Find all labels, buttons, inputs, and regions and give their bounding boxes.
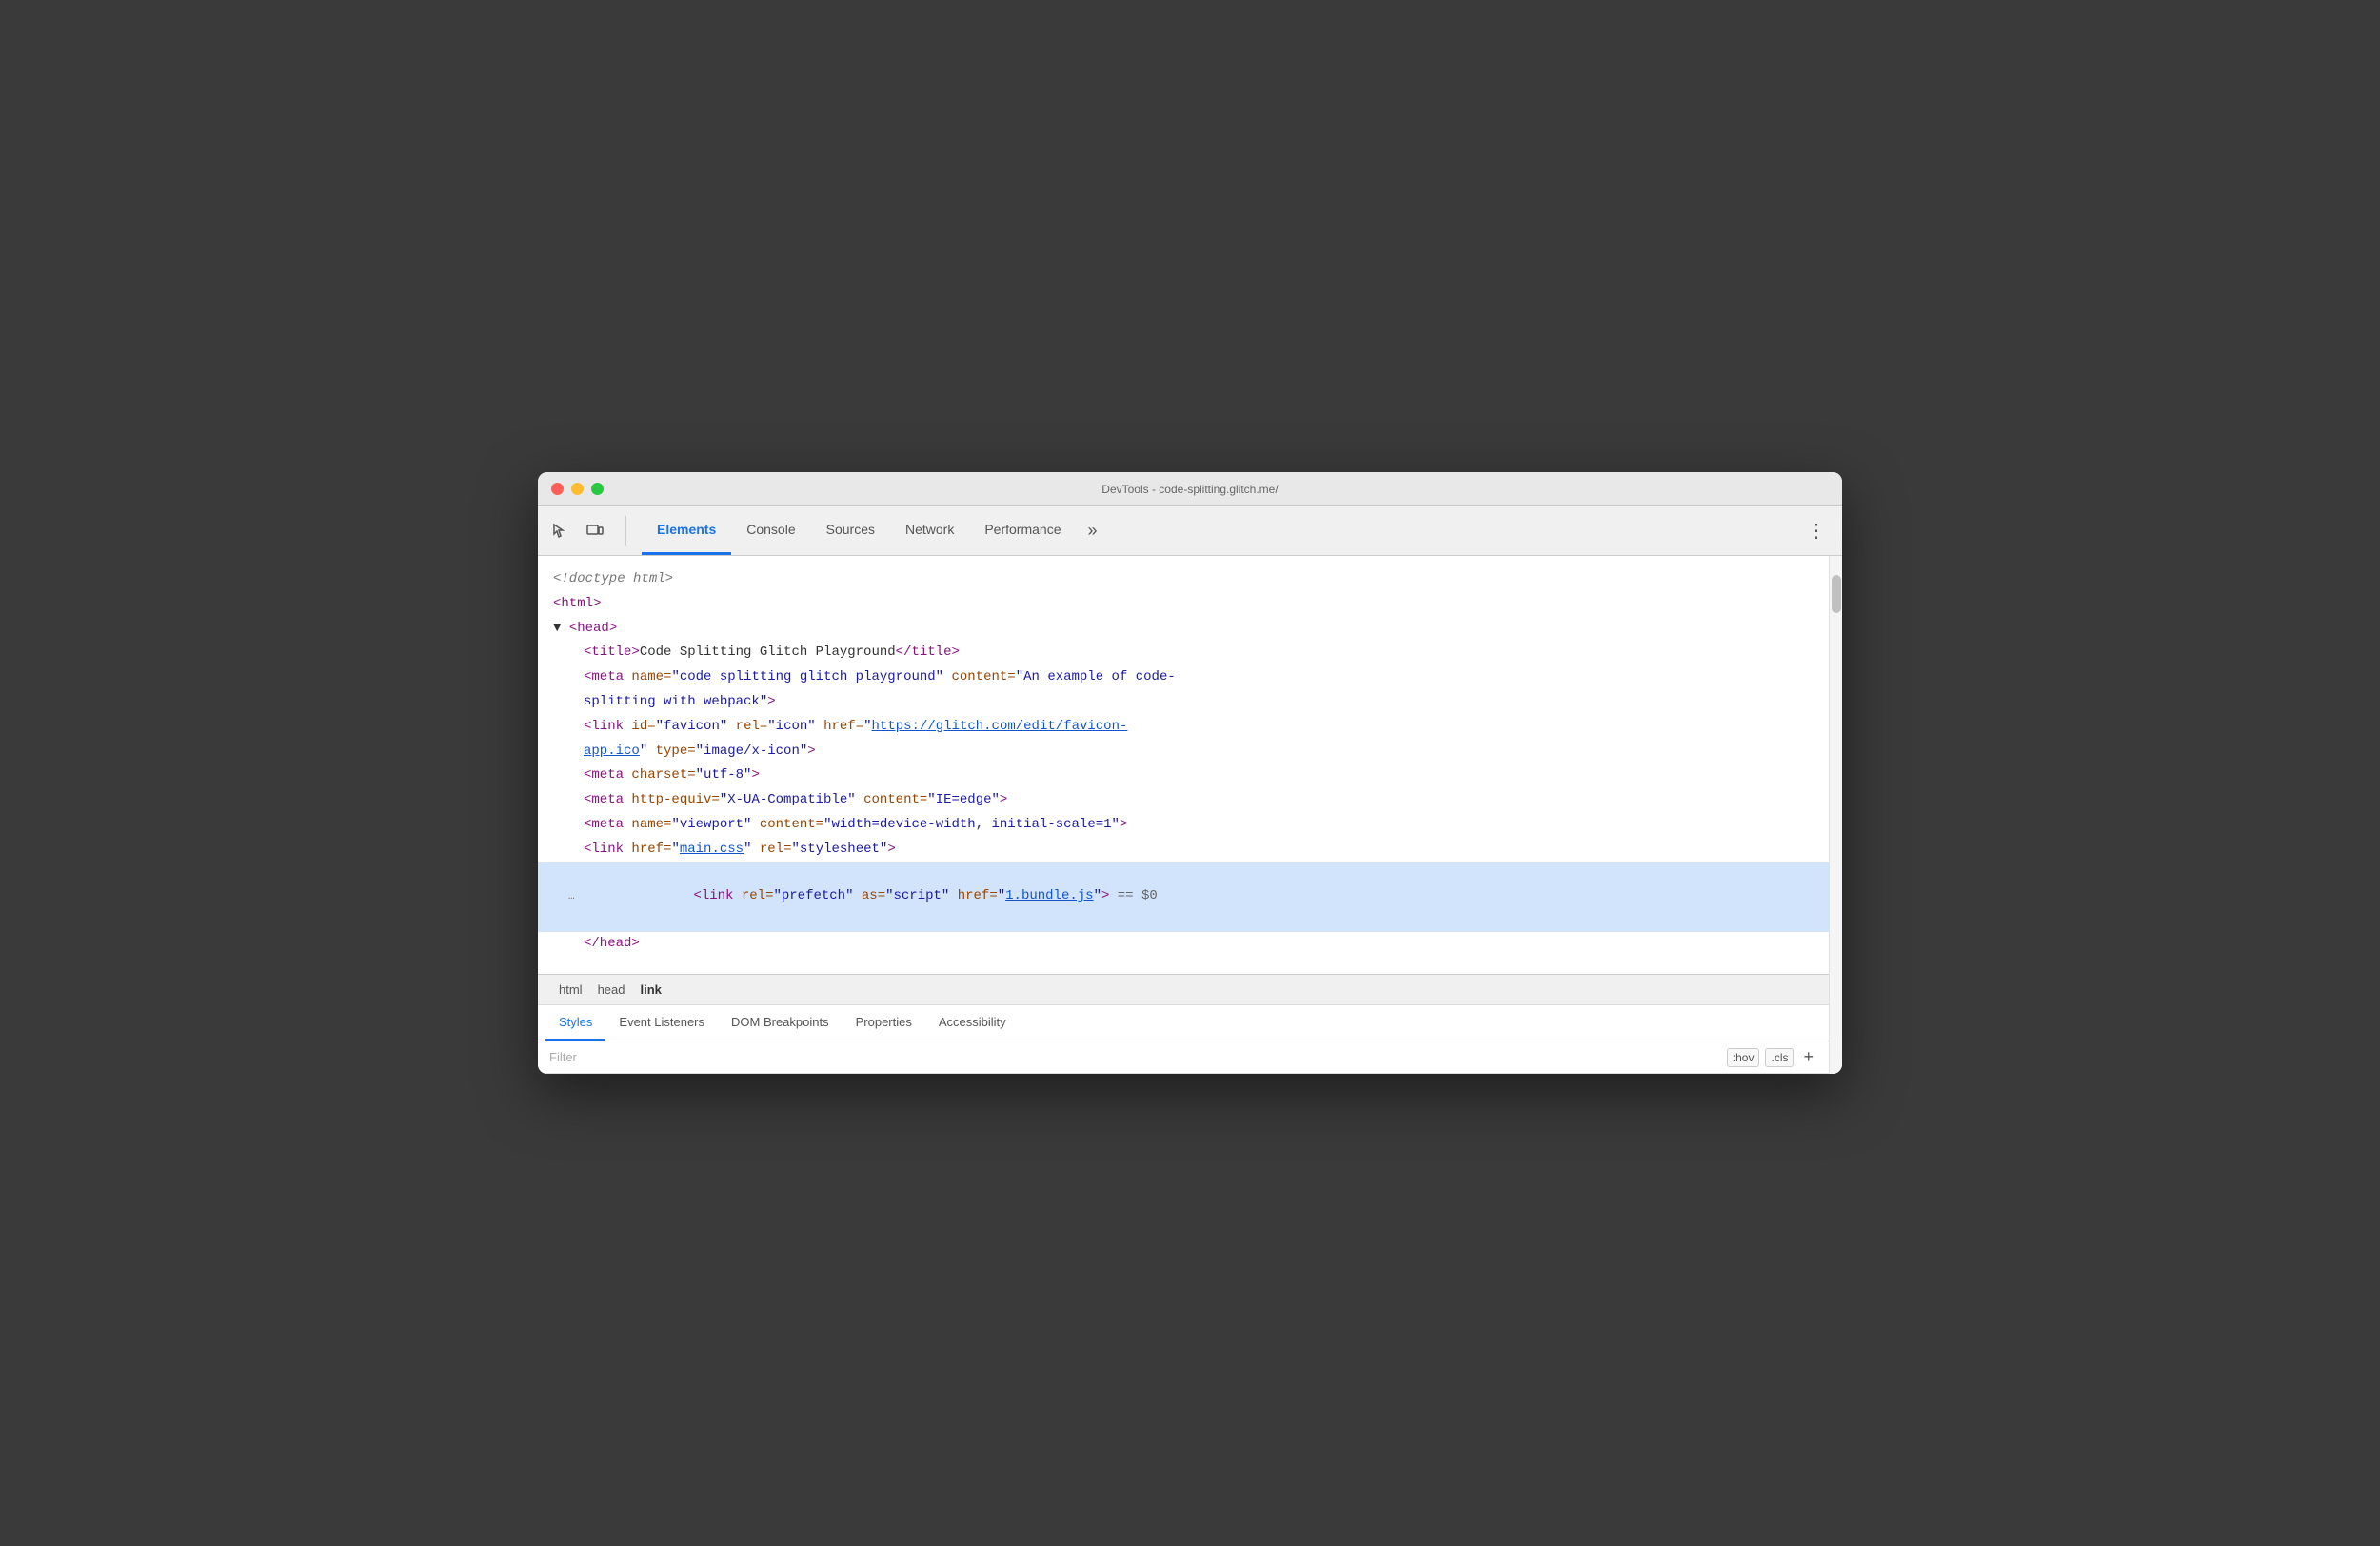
line-link-favicon-2: app.ico" type="image/x-icon"> (538, 740, 1829, 764)
tab-console[interactable]: Console (731, 506, 810, 555)
maximize-button[interactable] (591, 483, 604, 495)
title-bar: DevTools - code-splitting.glitch.me/ (538, 472, 1842, 506)
tab-properties[interactable]: Properties (843, 1005, 925, 1041)
line-link-prefetch[interactable]: … <link rel="prefetch" as="script" href=… (538, 862, 1829, 932)
line-head-close: </head> (538, 932, 1829, 957)
line-link-favicon-1: <link id="favicon" rel="icon" href="http… (538, 715, 1829, 740)
minimize-button[interactable] (571, 483, 584, 495)
tab-network[interactable]: Network (890, 506, 969, 555)
line-meta-charset: <meta charset="utf-8"> (538, 763, 1829, 788)
tab-performance[interactable]: Performance (969, 506, 1076, 555)
window-title: DevTools - code-splitting.glitch.me/ (1101, 483, 1278, 496)
breadcrumb-bar: html head link (538, 975, 1829, 1005)
breadcrumb-link[interactable]: link (634, 981, 666, 999)
line-meta-name-1: <meta name="code splitting glitch playgr… (538, 665, 1829, 690)
devtools-window: DevTools - code-splitting.glitch.me/ Ele… (538, 472, 1842, 1074)
line-doctype: <!doctype html> (538, 567, 1829, 592)
scrollbar[interactable] (1829, 556, 1842, 1074)
filter-input[interactable] (549, 1050, 1719, 1064)
more-tabs-button[interactable]: » (1077, 506, 1109, 555)
expand-ellipsis: … (568, 888, 575, 906)
elements-panel: <!doctype html> <html> ▼ <head> <title>C… (538, 556, 1829, 1074)
scrollbar-thumb[interactable] (1832, 575, 1841, 613)
inspect-icon[interactable] (545, 516, 576, 546)
tab-event-listeners[interactable]: Event Listeners (605, 1005, 718, 1041)
line-link-css: <link href="main.css" rel="stylesheet"> (538, 838, 1829, 862)
styles-panel: Styles Event Listeners DOM Breakpoints P… (538, 1005, 1829, 1074)
tab-sources[interactable]: Sources (811, 506, 890, 555)
tab-elements[interactable]: Elements (642, 506, 731, 555)
toolbar-right: ⋮ (1799, 519, 1835, 543)
tab-dom-breakpoints[interactable]: DOM Breakpoints (718, 1005, 843, 1041)
main-content: <!doctype html> <html> ▼ <head> <title>C… (538, 556, 1842, 1074)
tab-styles[interactable]: Styles (545, 1005, 605, 1041)
close-button[interactable] (551, 483, 564, 495)
more-options-button[interactable]: ⋮ (1799, 519, 1835, 543)
window-controls (551, 483, 604, 495)
line-head-open: ▼ <head> (538, 617, 1829, 642)
add-style-button[interactable]: + (1799, 1047, 1817, 1067)
cls-button[interactable]: .cls (1765, 1048, 1794, 1067)
hov-button[interactable]: :hov (1727, 1048, 1760, 1067)
breadcrumb-html[interactable]: html (553, 981, 588, 999)
styles-filter-bar: :hov .cls + (538, 1041, 1829, 1074)
line-meta-compat: <meta http-equiv="X-UA-Compatible" conte… (538, 788, 1829, 813)
toolbar-icon-group (545, 516, 626, 546)
device-toolbar-icon[interactable] (580, 516, 610, 546)
line-meta-viewport: <meta name="viewport" content="width=dev… (538, 813, 1829, 838)
line-title: <title>Code Splitting Glitch Playground<… (538, 641, 1829, 665)
main-tabs: Elements Console Sources Network Perform… (642, 506, 1799, 555)
devtools-toolbar: Elements Console Sources Network Perform… (538, 506, 1842, 556)
dom-tree[interactable]: <!doctype html> <html> ▼ <head> <title>C… (538, 556, 1829, 975)
line-meta-name-2: splitting with webpack"> (538, 690, 1829, 715)
styles-tabs: Styles Event Listeners DOM Breakpoints P… (538, 1005, 1829, 1041)
breadcrumb-head[interactable]: head (592, 981, 631, 999)
filter-actions: :hov .cls + (1727, 1047, 1817, 1067)
tab-accessibility[interactable]: Accessibility (925, 1005, 1020, 1041)
line-html: <html> (538, 592, 1829, 617)
